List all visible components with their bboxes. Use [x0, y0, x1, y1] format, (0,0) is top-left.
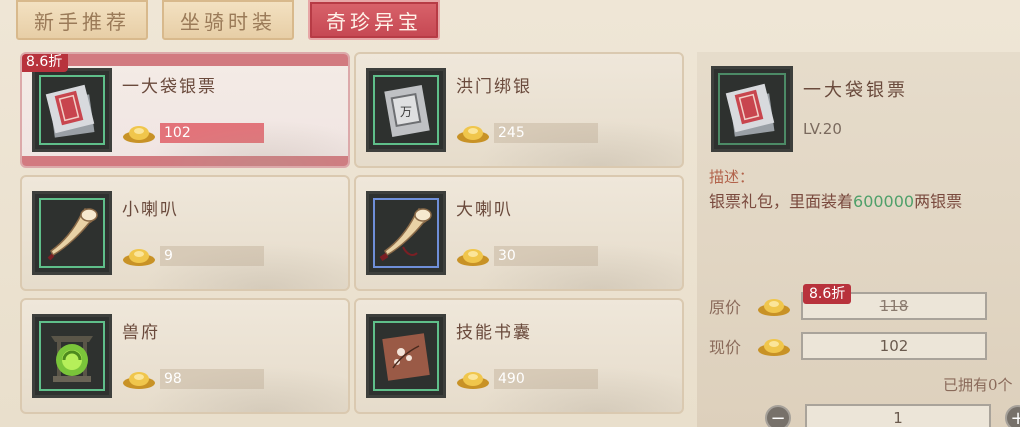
description-suffix: 两银票 — [914, 192, 963, 211]
item-card-silver-notes-bag[interactable]: 8.6折 一大袋银票 102 — [20, 52, 350, 168]
description-text: 银票礼包，里面装着600000两银票 — [709, 188, 962, 212]
gold-ingot-icon — [123, 372, 155, 389]
tab-label: 坐骑时装 — [180, 9, 276, 34]
item-icon-frame — [32, 191, 112, 275]
item-card-small-horn[interactable]: 小喇叭 9 — [20, 175, 350, 291]
discount-badge: 8.6折 — [22, 54, 69, 72]
tab-treasures[interactable]: 奇珍异宝 — [308, 0, 440, 40]
item-icon-frame — [32, 68, 112, 152]
price-value: 9 — [160, 246, 264, 266]
shop-screen: 新手推荐 坐骑时装 奇珍异宝 8.6折 一大袋银票 102 万 洪门绑银 245… — [0, 0, 1020, 427]
increase-quantity-button[interactable]: + — [1005, 405, 1020, 427]
price-row: 98 — [122, 368, 264, 390]
item-icon-frame: 万 — [366, 68, 446, 152]
selection-bar-bottom — [22, 156, 348, 166]
description-prefix: 银票礼包，里面装着 — [709, 192, 854, 211]
price-value: 490 — [494, 369, 598, 389]
original-price-value: 118 — [879, 297, 909, 315]
gold-ingot-icon — [758, 339, 790, 356]
price-row: 30 — [456, 245, 598, 267]
quantity-value: 1 — [893, 409, 903, 427]
gold-ingot-icon — [123, 249, 155, 266]
tab-label: 奇珍异宝 — [326, 9, 422, 34]
owned-count: 已拥有0个 — [943, 376, 1013, 394]
gold-ingot-icon — [457, 372, 489, 389]
current-price-row: 现价 102 — [709, 332, 987, 360]
item-name: 兽府 — [122, 323, 160, 343]
item-name: 洪门绑银 — [456, 77, 532, 97]
price-row: 9 — [122, 245, 264, 267]
plus-icon: + — [1010, 407, 1020, 427]
price-value: 30 — [494, 246, 598, 266]
item-name: 一大袋银票 — [122, 77, 217, 97]
gold-ingot-icon — [457, 249, 489, 266]
item-name: 小喇叭 — [122, 200, 179, 220]
item-icon-frame — [32, 314, 112, 398]
price-value: 102 — [160, 123, 264, 143]
gold-ingot-icon — [457, 126, 489, 143]
price-row: 102 — [122, 122, 264, 144]
detail-item-level: LV.20 — [803, 120, 842, 138]
price-value: 98 — [160, 369, 264, 389]
item-card-big-horn[interactable]: 大喇叭 30 — [354, 175, 684, 291]
item-card-skill-book-pouch[interactable]: 技能书囊 490 — [354, 298, 684, 414]
selection-bar-top — [22, 54, 348, 66]
item-icon-frame — [366, 191, 446, 275]
description-amount: 600000 — [853, 192, 915, 211]
price-row: 245 — [456, 122, 598, 144]
price-row: 490 — [456, 368, 598, 390]
gold-ingot-icon — [123, 126, 155, 143]
current-price-label: 现价 — [709, 338, 742, 357]
current-price-field: 102 — [801, 332, 987, 360]
minus-icon: − — [770, 407, 786, 427]
price-value: 245 — [494, 123, 598, 143]
detail-item-icon-frame — [711, 66, 793, 152]
quantity-stepper: − 1 + — [765, 404, 1020, 427]
current-price-value: 102 — [879, 337, 909, 355]
quantity-input[interactable]: 1 — [805, 404, 991, 427]
tab-newbie[interactable]: 新手推荐 — [16, 0, 148, 40]
tab-label: 新手推荐 — [34, 9, 130, 34]
item-name: 技能书囊 — [456, 323, 532, 343]
decrease-quantity-button[interactable]: − — [765, 405, 791, 427]
item-detail-panel: 一大袋银票 LV.20 描述： 银票礼包，里面装着600000两银票 8.6折 … — [697, 52, 1020, 427]
item-icon-frame — [366, 314, 446, 398]
item-name: 大喇叭 — [456, 200, 513, 220]
item-card-hongmen-silver[interactable]: 万 洪门绑银 245 — [354, 52, 684, 168]
detail-discount-badge: 8.6折 — [803, 284, 852, 304]
description-label: 描述： — [709, 168, 755, 186]
item-card-beast-mansion[interactable]: 兽府 98 — [20, 298, 350, 414]
original-price-label: 原价 — [709, 298, 742, 317]
gold-ingot-icon — [758, 299, 790, 316]
tab-mounts-fashion[interactable]: 坐骑时装 — [162, 0, 294, 40]
detail-item-name: 一大袋银票 — [803, 80, 908, 101]
